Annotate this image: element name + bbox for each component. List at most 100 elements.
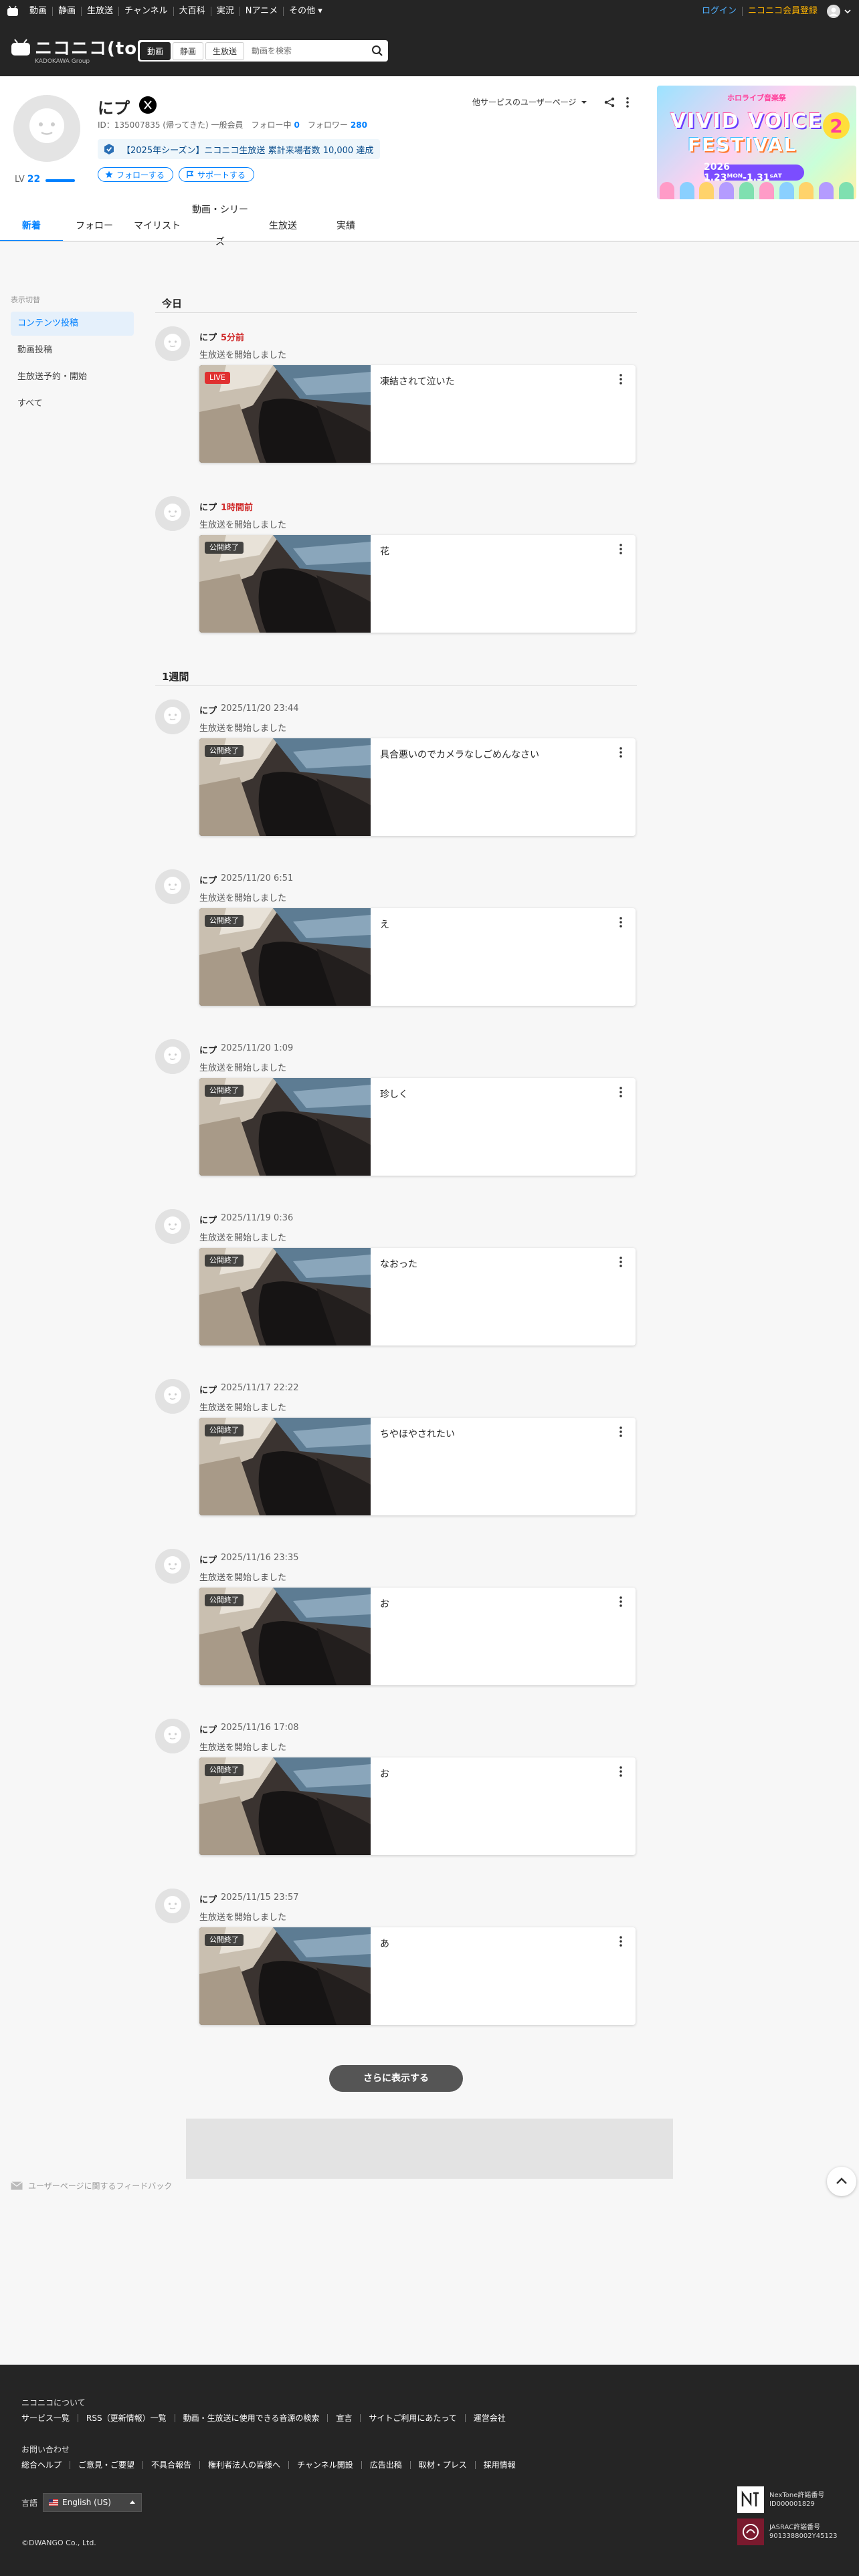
program-card[interactable]: 公開終了 花 [199, 535, 636, 633]
feed-user-name[interactable]: にプ [199, 500, 217, 513]
feed-user-name[interactable]: にプ [199, 704, 217, 716]
footer-link-press[interactable]: 取材・プレス [411, 2461, 476, 2469]
nav-nanime[interactable]: Nアニメ [240, 7, 284, 16]
user-avatar[interactable] [155, 326, 190, 361]
footer-link-channel[interactable]: チャンネル開設 [289, 2461, 362, 2469]
user-avatar[interactable] [155, 1209, 190, 1244]
program-card[interactable]: 公開終了 珍しく [199, 1078, 636, 1176]
more-vertical-icon[interactable] [617, 1765, 625, 1778]
more-vertical-icon[interactable] [617, 543, 625, 555]
user-avatar[interactable] [155, 1719, 190, 1753]
feed-user-name[interactable]: にプ [199, 1723, 217, 1735]
feed-user-name[interactable]: にプ [199, 1043, 217, 1056]
nav-live[interactable]: 生放送 [82, 7, 120, 16]
language-select[interactable]: English (US) [43, 2493, 142, 2512]
nav-dic[interactable]: 大百科 [174, 7, 211, 16]
tab-live[interactable]: 生放送 [252, 210, 314, 242]
tab-new[interactable]: 新着 [0, 210, 63, 242]
sidebar-item-content-posts[interactable]: コンテンツ投稿 [11, 312, 134, 336]
footer-link-feedback[interactable]: ご意見・ご要望 [70, 2461, 144, 2469]
footer-link-audio-search[interactable]: 動画・生放送に使用できる音源の検索 [175, 2414, 328, 2422]
program-card[interactable]: LIVE 凍結されて泣いた [199, 365, 636, 463]
followers-count[interactable]: 280 [351, 120, 367, 130]
nav-seiga[interactable]: 静画 [53, 7, 82, 16]
footer-link-help[interactable]: 総合ヘルプ [21, 2461, 71, 2469]
program-card[interactable]: 公開終了 お [199, 1757, 636, 1855]
niconico-logo[interactable]: ニコニコ(toi) KADOKAWA Group [11, 35, 153, 65]
footer-link-rights-holders[interactable]: 権利者法人の皆様へ [200, 2461, 290, 2469]
search-tab-seiga[interactable]: 静画 [173, 41, 204, 60]
other-services-dropdown[interactable]: 他サービスのユーザーページ [472, 96, 587, 108]
feed-user-name[interactable]: にプ [199, 330, 217, 343]
footer-link-bug-report[interactable]: 不具合報告 [143, 2461, 201, 2469]
support-button[interactable]: サポートする [179, 167, 255, 182]
more-vertical-icon[interactable] [624, 96, 632, 108]
niconico-tv-icon[interactable] [7, 5, 19, 17]
nav-channel[interactable]: チャンネル [119, 7, 174, 16]
footer-link-careers[interactable]: 採用情報 [476, 2461, 524, 2469]
tab-mylist[interactable]: マイリスト [126, 210, 189, 242]
user-avatar[interactable] [155, 869, 190, 904]
feed-user-name[interactable]: にプ [199, 1213, 217, 1226]
feed-user-name[interactable]: にプ [199, 873, 217, 886]
load-more-button[interactable]: さらに表示する [329, 2065, 463, 2092]
tab-follow[interactable]: フォロー [63, 210, 126, 242]
followers-label[interactable]: フォロワー [308, 119, 348, 130]
program-card[interactable]: 公開終了 具合悪いのでカメラなしごめんなさい [199, 738, 636, 836]
feed-user-name[interactable]: にプ [199, 1553, 217, 1566]
login-link[interactable]: ログイン [696, 7, 743, 16]
user-avatar[interactable] [155, 1889, 190, 1923]
user-avatar[interactable] [155, 700, 190, 734]
more-vertical-icon[interactable] [617, 1596, 625, 1608]
jasrac-license[interactable]: JASRAC許諾番号 9013388002Y45123 [737, 2518, 838, 2545]
program-card[interactable]: 公開終了 お [199, 1588, 636, 1685]
program-card[interactable]: 公開終了 なおった [199, 1248, 636, 1346]
user-avatar[interactable] [155, 1549, 190, 1584]
sidebar-item-live-schedule[interactable]: 生放送予約・開始 [11, 365, 134, 389]
program-card[interactable]: 公開終了 ちやほやされたい [199, 1418, 636, 1515]
register-link[interactable]: ニコニコ会員登録 [743, 7, 823, 16]
feed-user-name[interactable]: にプ [199, 1893, 217, 1905]
footer-link-services[interactable]: サービス一覧 [21, 2414, 79, 2422]
feed-user-name[interactable]: にプ [199, 1383, 217, 1396]
achievement-badge[interactable]: 【2025年シーズン】ニコニコ生放送 累計来場者数 10,000 達成 [98, 139, 381, 159]
feedback-link[interactable]: ユーザーページに関するフィードバック [11, 2180, 172, 2191]
more-vertical-icon[interactable] [617, 1256, 625, 1268]
more-vertical-icon[interactable] [617, 916, 625, 928]
program-card[interactable]: 公開終了 あ [199, 1927, 636, 2025]
user-avatar[interactable] [155, 1039, 190, 1074]
share-icon[interactable] [603, 96, 615, 108]
footer-link-declaration[interactable]: 宣言 [328, 2414, 361, 2422]
scroll-to-top-button[interactable] [827, 2167, 856, 2196]
more-vertical-icon[interactable] [617, 373, 625, 385]
more-vertical-icon[interactable] [617, 1086, 625, 1098]
sidebar-item-all[interactable]: すべて [11, 392, 134, 416]
x-twitter-icon[interactable] [139, 96, 157, 114]
nextone-license[interactable]: NexTone許諾番号 ID000001829 [737, 2486, 824, 2513]
nav-video[interactable]: 動画 [24, 7, 54, 16]
footer-link-ads[interactable]: 広告出稿 [362, 2461, 411, 2469]
search-tab-live[interactable]: 生放送 [205, 41, 245, 60]
search-tab-video[interactable]: 動画 [140, 41, 171, 60]
nav-jikkyo[interactable]: 実況 [211, 7, 240, 16]
nav-more[interactable]: その他 ▾ [284, 7, 328, 16]
following-label[interactable]: フォロー中 [252, 119, 292, 130]
more-vertical-icon[interactable] [617, 1935, 625, 1947]
footer-link-rss[interactable]: RSS（更新情報）一覧 [78, 2414, 175, 2422]
account-menu[interactable] [827, 5, 852, 18]
more-vertical-icon[interactable] [617, 746, 625, 758]
footer-link-terms[interactable]: サイトご利用にあたって [361, 2414, 466, 2422]
more-vertical-icon[interactable] [617, 1426, 625, 1438]
user-avatar[interactable] [155, 496, 190, 531]
tab-video-series[interactable]: 動画・シリーズ [189, 194, 252, 258]
festival-ad-banner[interactable]: ホロライブ音楽祭 VIVID VOICE FESTIVAL 2 2026 1.2… [657, 86, 856, 199]
follow-button[interactable]: フォローする [98, 167, 174, 182]
footer-link-company[interactable]: 運営会社 [466, 2414, 514, 2422]
search-button[interactable] [369, 42, 386, 60]
search-input[interactable] [246, 43, 369, 59]
following-count[interactable]: 0 [294, 120, 300, 130]
program-card[interactable]: 公開終了 え [199, 908, 636, 1006]
tab-achievements[interactable]: 実績 [314, 210, 377, 242]
user-avatar[interactable] [155, 1379, 190, 1414]
sidebar-item-video-posts[interactable]: 動画投稿 [11, 338, 134, 362]
